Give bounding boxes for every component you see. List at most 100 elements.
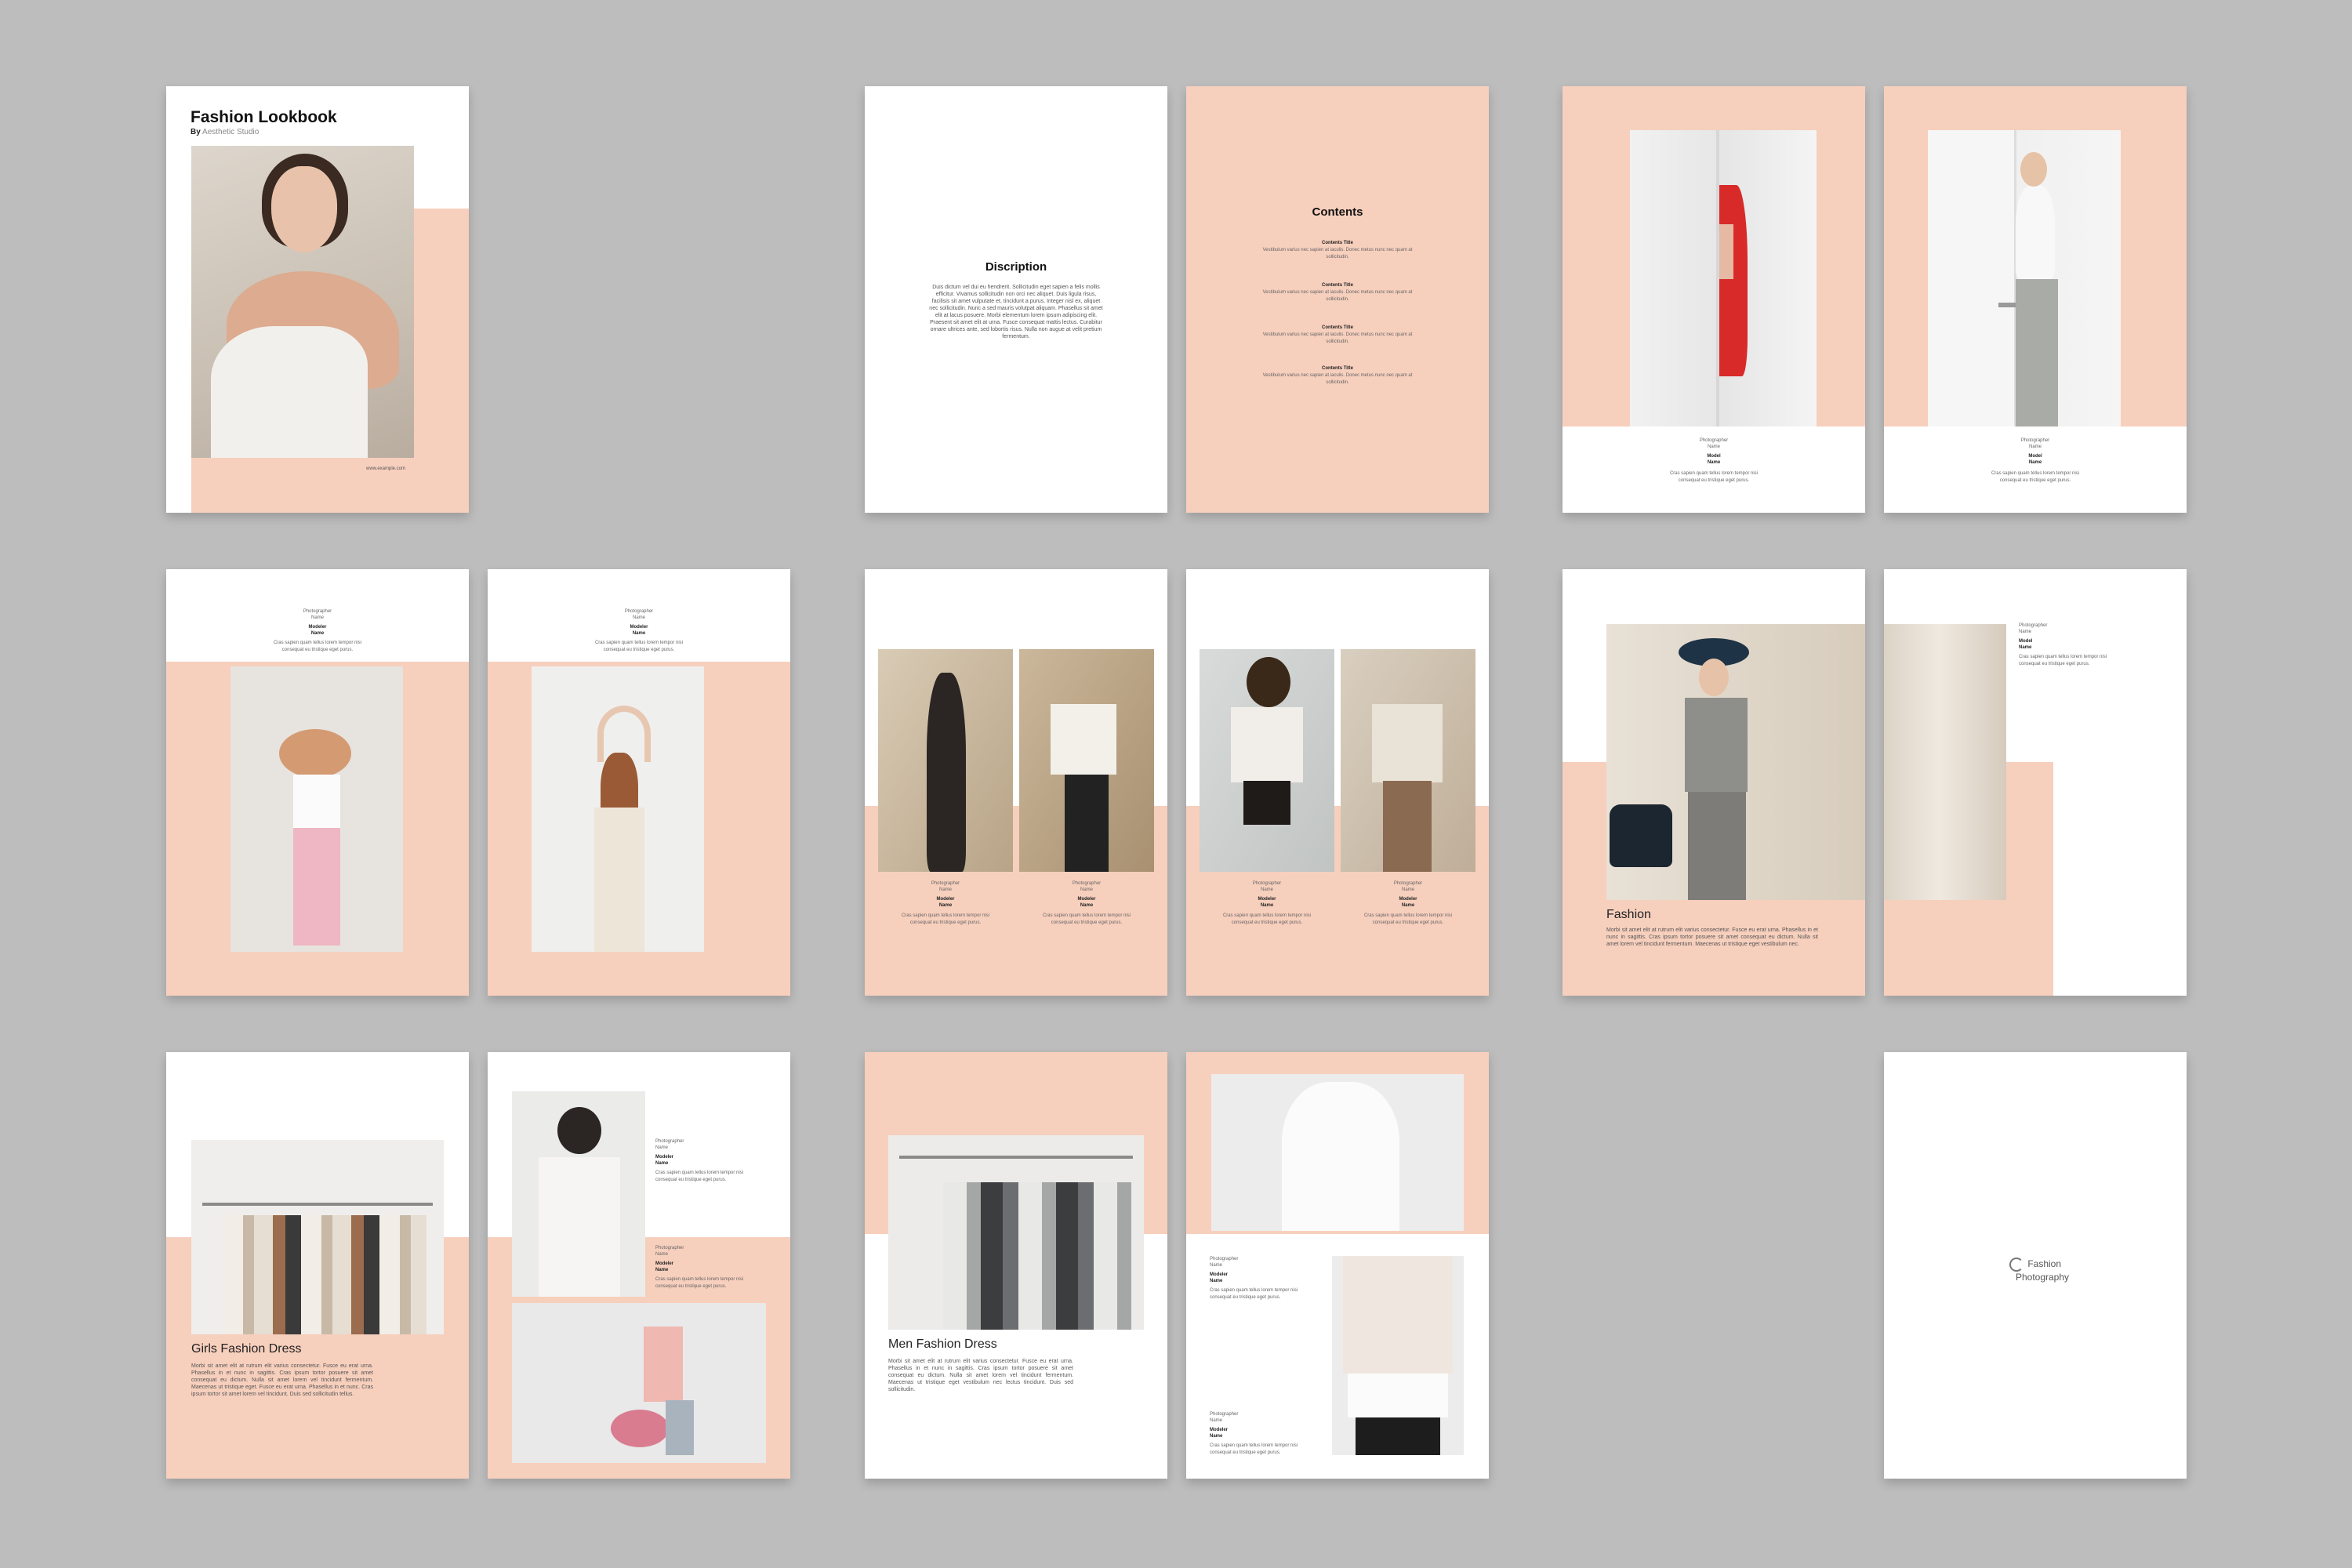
credit-name: Name bbox=[1401, 887, 1414, 892]
cover-photo bbox=[191, 146, 414, 458]
girls-body: Morbi sit amet elit at rutrum elit variu… bbox=[191, 1363, 373, 1397]
credit-modeler-name: Name bbox=[632, 631, 646, 636]
credit-modeler-name: Name bbox=[310, 631, 325, 636]
photo-clothes-rack bbox=[191, 1140, 444, 1334]
photo-door bbox=[1928, 130, 2121, 426]
photo-model-white-shirt bbox=[1019, 649, 1154, 872]
contents-item-desc: Vestibulum varius nec sapien at iaculis.… bbox=[1262, 373, 1413, 385]
credit-name: Name bbox=[2019, 630, 2032, 634]
credit-desc: Cras sapien quam tellus lorem tempor nis… bbox=[1042, 913, 1131, 925]
photo-fashion-door bbox=[1884, 624, 2006, 900]
rail bbox=[899, 1156, 1133, 1159]
page-photo-door: Photographer Name Model Name Cras sapien… bbox=[1884, 86, 2187, 513]
hair bbox=[557, 1107, 601, 1154]
credit-name: Name bbox=[1260, 887, 1273, 892]
contents-item-desc: Vestibulum varius nec sapien at iaculis.… bbox=[1262, 248, 1413, 260]
contents-item: Contents Title Vestibulum varius nec sap… bbox=[1259, 325, 1416, 346]
credit-model-name: Name bbox=[2028, 460, 2042, 465]
contents-item-desc: Vestibulum varius nec sapien at iaculis.… bbox=[1262, 332, 1413, 344]
credit-desc: Cras sapien quam tellus lorem tempor nis… bbox=[1669, 471, 1759, 483]
photo-arms-up bbox=[532, 666, 704, 952]
photo-model-black-dress bbox=[878, 649, 1013, 872]
credit-desc: Cras sapien quam tellus lorem tempor nis… bbox=[594, 641, 684, 652]
contents-item-title: Contents Title bbox=[1322, 325, 1353, 330]
page-men-credits: Photographer Name Modeler Name Cras sapi… bbox=[1186, 1052, 1489, 1479]
credit-modeler-name: Name bbox=[938, 903, 953, 908]
door-panel bbox=[1928, 130, 2016, 426]
contents-item: Contents Title Vestibulum varius nec sap… bbox=[1259, 282, 1416, 303]
credit-modeler-name: Name bbox=[1210, 1279, 1223, 1283]
jacket bbox=[644, 1327, 683, 1402]
pants bbox=[1356, 1417, 1440, 1455]
shirt bbox=[539, 1157, 620, 1297]
shirt bbox=[1051, 704, 1116, 775]
page-photo-hat: Photographer Name Modeler Name Cras sapi… bbox=[166, 569, 469, 996]
photo-seated bbox=[512, 1303, 766, 1463]
hair bbox=[1247, 657, 1290, 707]
photo-men-rack bbox=[888, 1135, 1144, 1330]
arm bbox=[1719, 224, 1733, 279]
cover-title: Fashion Lookbook bbox=[191, 108, 337, 126]
credit-desc: Cras sapien quam tellus lorem tempor nis… bbox=[1210, 1288, 1298, 1300]
page-two-models-a: Photographer Name Modeler Name Cras sapi… bbox=[865, 569, 1167, 996]
credit-name: Name bbox=[1210, 1418, 1223, 1423]
pants bbox=[1065, 775, 1109, 872]
men-body: Morbi sit amet elit at rutrum elit variu… bbox=[888, 1359, 1073, 1392]
page-cover: Fashion Lookbook By Aesthetic Studio www… bbox=[166, 86, 469, 513]
photo-red-dress bbox=[1630, 130, 1817, 426]
credit-desc: Cras sapien quam tellus lorem tempor nis… bbox=[1991, 471, 2080, 483]
vest bbox=[1685, 698, 1748, 792]
shirt bbox=[1372, 704, 1443, 782]
logo-icon bbox=[2009, 1258, 2024, 1272]
description-body: Duis dictum vel dui eu hendrerit. Sollic… bbox=[929, 285, 1103, 339]
credit-desc: Cras sapien quam tellus lorem tempor nis… bbox=[901, 913, 990, 925]
cover-url: www.example.com bbox=[366, 466, 406, 471]
page-girls-credits: Photographer Name Modeler Name Cras sapi… bbox=[488, 1052, 790, 1479]
skirt bbox=[1243, 781, 1290, 825]
contents-item: Contents Title Vestibulum varius nec sap… bbox=[1259, 240, 1416, 261]
credit-name: Name bbox=[655, 1145, 669, 1150]
dress bbox=[594, 808, 644, 952]
credit-desc: Cras sapien quam tellus lorem tempor nis… bbox=[273, 641, 362, 652]
page-contents: Contents Contents Title Vestibulum variu… bbox=[1186, 86, 1489, 513]
sweater bbox=[1343, 1256, 1453, 1374]
page-fashion-right: Photographer Name Model Name Cras sapien… bbox=[1884, 569, 2187, 996]
back-wordmark: Fashion Photography bbox=[1884, 1258, 2187, 1283]
hat bbox=[279, 729, 351, 778]
credit-name: Name bbox=[938, 887, 952, 892]
credit-name: Name bbox=[1210, 1263, 1223, 1268]
credit-modeler-name: Name bbox=[1260, 903, 1274, 908]
credit-desc: Cras sapien quam tellus lorem tempor nis… bbox=[655, 1171, 744, 1182]
undershirt bbox=[1348, 1374, 1448, 1417]
credit-desc: Cras sapien quam tellus lorem tempor nis… bbox=[2019, 655, 2107, 666]
page-fashion-left: Fashion Morbi sit amet elit at rutrum el… bbox=[1563, 569, 1865, 996]
page-two-models-b: Photographer Name Modeler Name Cras sapi… bbox=[1186, 569, 1489, 996]
pouf bbox=[611, 1410, 669, 1447]
page-men-dress: Men Fashion Dress Morbi sit amet elit at… bbox=[865, 1052, 1167, 1479]
men-title: Men Fashion Dress bbox=[888, 1338, 997, 1351]
credit-name: Name bbox=[2028, 445, 2042, 449]
fashion-title: Fashion bbox=[1606, 908, 1651, 921]
red-dress bbox=[1719, 185, 1748, 376]
photo-short-hair bbox=[512, 1091, 645, 1297]
door-handle bbox=[1998, 303, 2016, 307]
photo-white-shirt bbox=[1211, 1074, 1464, 1231]
page-girls-dress: Girls Fashion Dress Morbi sit amet elit … bbox=[166, 1052, 469, 1479]
girls-title: Girls Fashion Dress bbox=[191, 1342, 302, 1356]
credit-modeler-name: Name bbox=[655, 1268, 669, 1272]
contents-heading: Contents bbox=[1312, 205, 1363, 219]
bag bbox=[1610, 804, 1672, 867]
model-shirt bbox=[211, 326, 368, 458]
credit-model-name: Name bbox=[1707, 460, 1721, 465]
pants bbox=[1383, 781, 1432, 872]
photo-model-sunglasses bbox=[1200, 649, 1334, 872]
credit-modeler-name: Name bbox=[655, 1161, 669, 1166]
garments bbox=[943, 1182, 1131, 1330]
page-photo-arms-up: Photographer Name Modeler Name Cras sapi… bbox=[488, 569, 790, 996]
shirt bbox=[293, 775, 340, 829]
face bbox=[1699, 659, 1729, 696]
credit-name: Name bbox=[1707, 445, 1720, 449]
photo-fashion-hat bbox=[1606, 624, 1865, 900]
credit-modeler-name: Name bbox=[1080, 903, 1094, 908]
fashion-body: Morbi sit amet elit at rutrum elit variu… bbox=[1606, 927, 1818, 947]
